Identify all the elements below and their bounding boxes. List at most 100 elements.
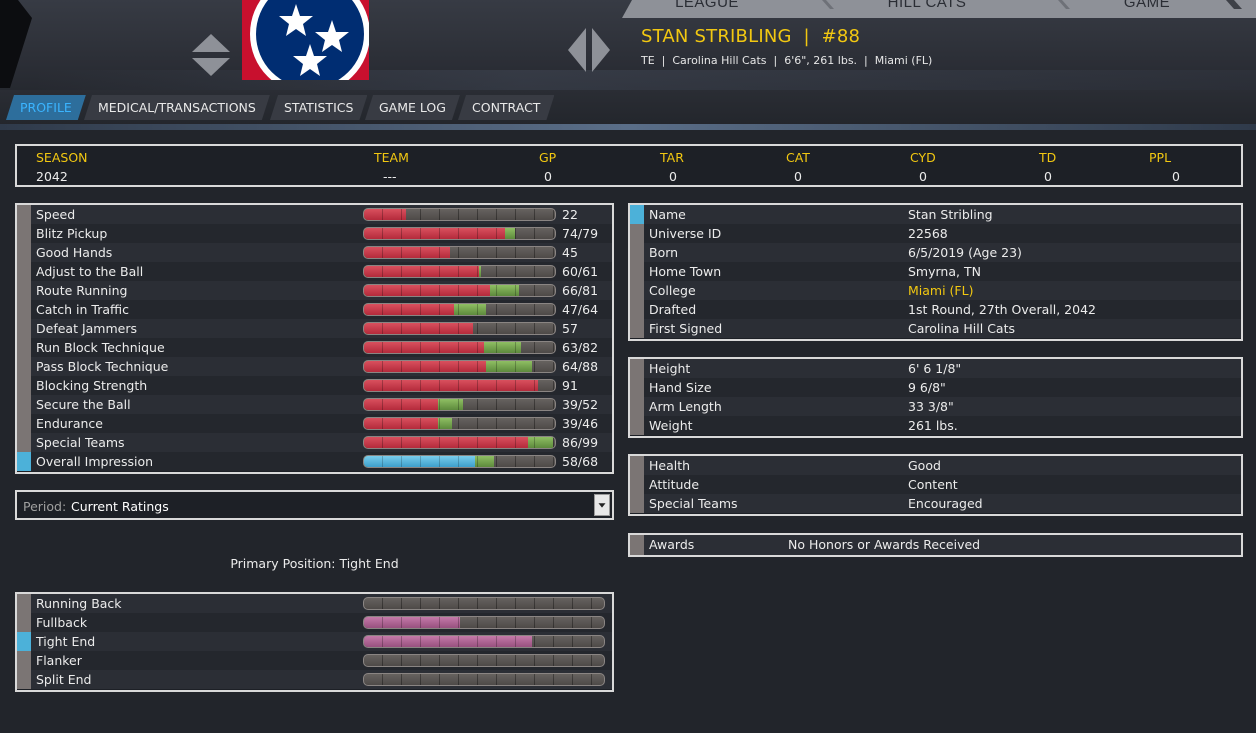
- rating-bar: [363, 398, 556, 411]
- row-marker: [630, 300, 644, 319]
- position-name: Fullback: [36, 615, 88, 630]
- row-marker: [17, 651, 31, 670]
- bio-value: 22568: [908, 226, 948, 241]
- row-marker: [17, 243, 31, 262]
- body-row-weight: Weight 261 lbs.: [630, 416, 1241, 435]
- row-marker: [17, 357, 31, 376]
- previous-player-arrow-icon[interactable]: [566, 28, 588, 72]
- header-ppl: PPL: [1149, 150, 1172, 165]
- status-panel: Health Good Attitude Content Special Teams En…: [628, 454, 1243, 516]
- player-header: LEAGUE HILL CATS GAME STAN STRIBLING | #…: [0, 0, 1256, 90]
- status-row-attitude: Attitude Content: [630, 475, 1241, 494]
- bio-value: Smyrna, TN: [908, 264, 981, 279]
- next-player-arrow-icon[interactable]: [590, 28, 612, 72]
- header-gp: GP: [539, 150, 557, 165]
- rating-name: Catch in Traffic: [36, 302, 129, 317]
- body-label: Weight: [649, 418, 693, 433]
- tab-profile[interactable]: PROFILE: [6, 95, 86, 120]
- rating-current-fill: [364, 437, 529, 448]
- body-value: 261 lbs.: [908, 418, 958, 433]
- rating-bar: [363, 341, 556, 354]
- rating-value: 64/88: [562, 359, 599, 374]
- bio-row-universe-id: Universe ID 22568: [630, 224, 1241, 243]
- body-row-hand-size: Hand Size 9 6/8": [630, 378, 1241, 397]
- rating-value: 57: [562, 321, 578, 336]
- tab-statistics[interactable]: STATISTICS: [270, 95, 367, 120]
- row-marker: [630, 475, 644, 494]
- body-label: Arm Length: [649, 399, 722, 414]
- position-fill: [364, 636, 532, 647]
- position-row-flanker: Flanker: [17, 651, 612, 670]
- rating-current-fill: [364, 228, 506, 239]
- dropdown-arrow-button[interactable]: [594, 494, 610, 516]
- position-name: Running Back: [36, 596, 122, 611]
- row-marker: [17, 613, 31, 632]
- bio-row-name: Name Stan Stribling: [630, 205, 1241, 224]
- row-marker: [17, 338, 31, 357]
- row-marker: [630, 262, 644, 281]
- rating-current-fill: [364, 247, 450, 258]
- body-value: 33 3/8": [908, 399, 954, 414]
- rating-bar: [363, 284, 556, 297]
- bio-label: Universe ID: [649, 226, 722, 241]
- position-bar: [363, 616, 605, 629]
- status-row-special-teams: Special Teams Encouraged: [630, 494, 1241, 513]
- up-down-arrows-icon[interactable]: [188, 32, 234, 78]
- cell-tar: 0: [669, 169, 677, 184]
- rating-value: 47/64: [562, 302, 599, 317]
- rating-value: 22: [562, 207, 578, 222]
- row-marker: [17, 376, 31, 395]
- row-marker: [17, 670, 31, 689]
- header-td: TD: [1039, 150, 1057, 165]
- rating-current-fill: [364, 342, 485, 353]
- header-team: TEAM: [374, 150, 409, 165]
- row-marker: [630, 378, 644, 397]
- bio-panel: Name Stan Stribling Universe ID 22568 Born 6/…: [628, 203, 1243, 341]
- rating-bar: [363, 303, 556, 316]
- back-chevron-icon[interactable]: [0, 0, 34, 88]
- row-marker: [630, 281, 644, 300]
- period-dropdown[interactable]: Period: Current Ratings: [15, 490, 614, 520]
- bio-value: Carolina Hill Cats: [908, 321, 1015, 336]
- row-marker: [630, 535, 644, 555]
- cell-team: ---: [383, 169, 397, 184]
- cell-ppl: 0: [1172, 169, 1180, 184]
- body-label: Height: [649, 361, 691, 376]
- rating-name: Route Running: [36, 283, 128, 298]
- rating-bar: [363, 227, 556, 240]
- rating-value: 63/82: [562, 340, 599, 355]
- nav-league[interactable]: LEAGUE: [652, 0, 762, 18]
- row-marker: [17, 262, 31, 281]
- header-season: SEASON: [36, 150, 88, 165]
- position-bar: [363, 654, 605, 667]
- rating-current-fill: [364, 399, 439, 410]
- rating-row-good-hands: Good Hands 45: [17, 243, 612, 262]
- nav-hill-cats[interactable]: HILL CATS: [872, 0, 982, 18]
- tab-game-log[interactable]: GAME LOG: [365, 95, 460, 120]
- status-value: Encouraged: [908, 496, 983, 511]
- rating-current-fill: [364, 456, 475, 467]
- row-marker: [630, 205, 644, 224]
- bio-value: 1st Round, 27th Overall, 2042: [908, 302, 1096, 317]
- body-value: 6' 6 1/8": [908, 361, 962, 376]
- row-marker: [17, 300, 31, 319]
- position-bar: [363, 635, 605, 648]
- rating-row-run-block-technique: Run Block Technique 63/82: [17, 338, 612, 357]
- row-marker: [17, 205, 31, 224]
- tab-medical-transactions[interactable]: MEDICAL/TRANSACTIONS: [84, 95, 270, 120]
- row-marker: [630, 416, 644, 435]
- position-row-running-back: Running Back: [17, 594, 612, 613]
- bio-value[interactable]: Miami (FL): [908, 281, 973, 300]
- row-marker: [17, 433, 31, 452]
- rating-name: Special Teams: [36, 435, 125, 450]
- header-cyd: CYD: [910, 150, 936, 165]
- tab-contract[interactable]: CONTRACT: [458, 95, 554, 120]
- chevron-down-icon: [598, 503, 606, 508]
- row-marker: [17, 452, 31, 471]
- tab-bar: PROFILE MEDICAL/TRANSACTIONS STATISTICS …: [0, 90, 1256, 126]
- awards-label: Awards: [649, 537, 695, 552]
- rating-value: 74/79: [562, 226, 599, 241]
- row-marker: [17, 395, 31, 414]
- bio-label: Name: [649, 207, 686, 222]
- nav-game[interactable]: GAME: [1092, 0, 1202, 18]
